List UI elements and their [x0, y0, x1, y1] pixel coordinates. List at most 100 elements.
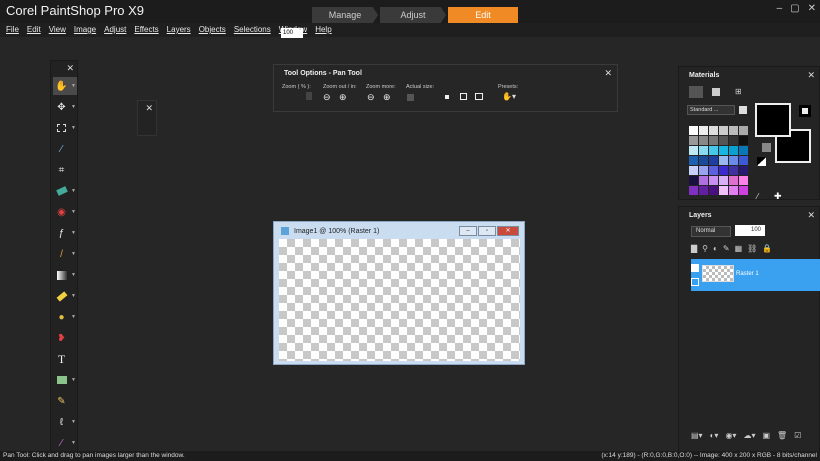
close-icon[interactable]: ✕: [145, 103, 153, 114]
new-adjustment-icon[interactable]: ◉▾: [725, 431, 736, 440]
color-swatch[interactable]: [739, 136, 748, 145]
dropper-icon[interactable]: ⁄: [757, 192, 758, 201]
color-swatch[interactable]: [709, 186, 718, 195]
layer-row[interactable]: Raster 1: [691, 259, 820, 291]
new-layer-icon[interactable]: ▤▾: [691, 431, 703, 440]
color-swatch[interactable]: [739, 126, 748, 135]
zoom-in-icon[interactable]: ⊕: [339, 92, 347, 103]
color-swatch[interactable]: [699, 146, 708, 155]
color-swatch[interactable]: [689, 186, 698, 195]
color-swatch[interactable]: [729, 136, 738, 145]
opacity-field[interactable]: 100: [735, 225, 765, 236]
menu-layers[interactable]: Layers: [167, 23, 191, 37]
color-swatch[interactable]: [719, 126, 728, 135]
close-icon[interactable]: ✕: [497, 226, 519, 236]
canvas[interactable]: [279, 239, 520, 361]
color-swatch[interactable]: [729, 186, 738, 195]
standard-select[interactable]: Standard ...: [687, 105, 735, 115]
eraser-tool[interactable]: ▼: [53, 287, 77, 305]
fit-window-icon[interactable]: [460, 93, 467, 100]
menu-image[interactable]: Image: [74, 23, 96, 37]
color-swatch[interactable]: [729, 146, 738, 155]
maximize-icon[interactable]: ▫: [478, 226, 496, 236]
tab-adjust[interactable]: Adjust: [380, 7, 446, 23]
color-swatch[interactable]: [739, 146, 748, 155]
gradient-tool[interactable]: ▼: [53, 266, 77, 284]
zoom-out-icon[interactable]: ⊖: [323, 92, 331, 103]
image-window[interactable]: Image1 @ 100% (Raster 1) – ▫ ✕: [273, 221, 525, 365]
color-swatch[interactable]: [699, 166, 708, 175]
close-icon[interactable]: ✕: [604, 68, 612, 79]
warp-tool[interactable]: ℓ ▼: [53, 413, 77, 431]
retouch-tool[interactable]: ⁄ ▼: [53, 434, 77, 452]
new-group-icon[interactable]: ☁▾: [743, 431, 755, 440]
color-swatch[interactable]: [689, 146, 698, 155]
reset-colors-icon[interactable]: [757, 157, 766, 166]
layer-link-icon[interactable]: ⚲: [702, 244, 708, 253]
color-swatch[interactable]: [729, 156, 738, 165]
chain-icon[interactable]: ⛓: [747, 244, 757, 253]
close-button[interactable]: ✕: [808, 3, 816, 14]
menu-effects[interactable]: Effects: [134, 23, 158, 37]
swatches-tab-icon[interactable]: ⊞: [735, 87, 742, 96]
text-tool[interactable]: T: [53, 350, 77, 368]
color-swatch[interactable]: [709, 146, 718, 155]
color-swatch[interactable]: [709, 166, 718, 175]
color-swatch[interactable]: [719, 156, 728, 165]
color-swatch[interactable]: [719, 136, 728, 145]
palette-options-icon[interactable]: [739, 106, 747, 114]
color-swatch[interactable]: [709, 126, 718, 135]
swap-colors-icon[interactable]: [799, 105, 811, 117]
menu-file[interactable]: File: [6, 23, 19, 37]
move-tool[interactable]: ✥ ▼: [53, 98, 77, 116]
layer-style-icon[interactable]: ▇: [691, 244, 697, 253]
foreground-color-box[interactable]: [755, 103, 791, 137]
paint-brush-tool[interactable]: / ▼: [53, 245, 77, 263]
blend-mode-select[interactable]: Normal: [691, 226, 731, 237]
delete-layer-icon[interactable]: 🗑: [777, 431, 787, 440]
lock-icon[interactable]: 🔒: [762, 244, 772, 253]
frame-tab-icon[interactable]: [689, 86, 703, 98]
menu-adjust[interactable]: Adjust: [104, 23, 126, 37]
fit-icon[interactable]: [445, 95, 449, 99]
maximize-button[interactable]: ▢: [790, 3, 799, 14]
layer-edit-icon[interactable]: ✎: [723, 244, 730, 253]
color-swatch[interactable]: [709, 156, 718, 165]
color-swatch[interactable]: [699, 176, 708, 185]
menu-view[interactable]: View: [49, 23, 66, 37]
color-swatch[interactable]: [719, 186, 728, 195]
color-swatch[interactable]: [689, 126, 698, 135]
fit-screen-icon[interactable]: [475, 93, 483, 100]
menu-objects[interactable]: Objects: [199, 23, 226, 37]
color-swatch[interactable]: [709, 136, 718, 145]
color-swatch[interactable]: [689, 166, 698, 175]
crop-tool[interactable]: ⌗: [53, 161, 77, 179]
add-icon[interactable]: ✚: [774, 191, 782, 202]
color-swatch[interactable]: [719, 176, 728, 185]
presets-icon[interactable]: ✋▾: [502, 92, 516, 101]
toolbox-close-icon[interactable]: ✕: [66, 63, 74, 74]
color-swatch[interactable]: [699, 186, 708, 195]
shape-tool[interactable]: ▼: [53, 371, 77, 389]
properties-icon[interactable]: ☑: [794, 431, 801, 440]
color-swatch[interactable]: [689, 136, 698, 145]
straighten-tool[interactable]: ▼: [53, 182, 77, 200]
color-swatch[interactable]: [699, 126, 708, 135]
close-icon[interactable]: ✕: [807, 210, 815, 221]
zoom-more-in-icon[interactable]: ⊕: [383, 92, 391, 103]
color-swatch[interactable]: [719, 166, 728, 175]
color-swatch[interactable]: [739, 176, 748, 185]
texture-icon[interactable]: [762, 143, 771, 152]
color-swatch[interactable]: [689, 156, 698, 165]
color-swatch[interactable]: [689, 176, 698, 185]
new-mask-icon[interactable]: ◐▾: [710, 431, 719, 440]
spin-icon[interactable]: ⌃: [298, 28, 302, 34]
zoom-more-out-icon[interactable]: ⊖: [367, 92, 375, 103]
color-swatch[interactable]: [709, 176, 718, 185]
menu-selections[interactable]: Selections: [234, 23, 271, 37]
color-swatch[interactable]: [739, 166, 748, 175]
fill-tool[interactable]: ❥: [53, 329, 77, 347]
color-swatch[interactable]: [739, 156, 748, 165]
pen-tool[interactable]: ✎: [53, 392, 77, 410]
color-swatch[interactable]: [729, 166, 738, 175]
